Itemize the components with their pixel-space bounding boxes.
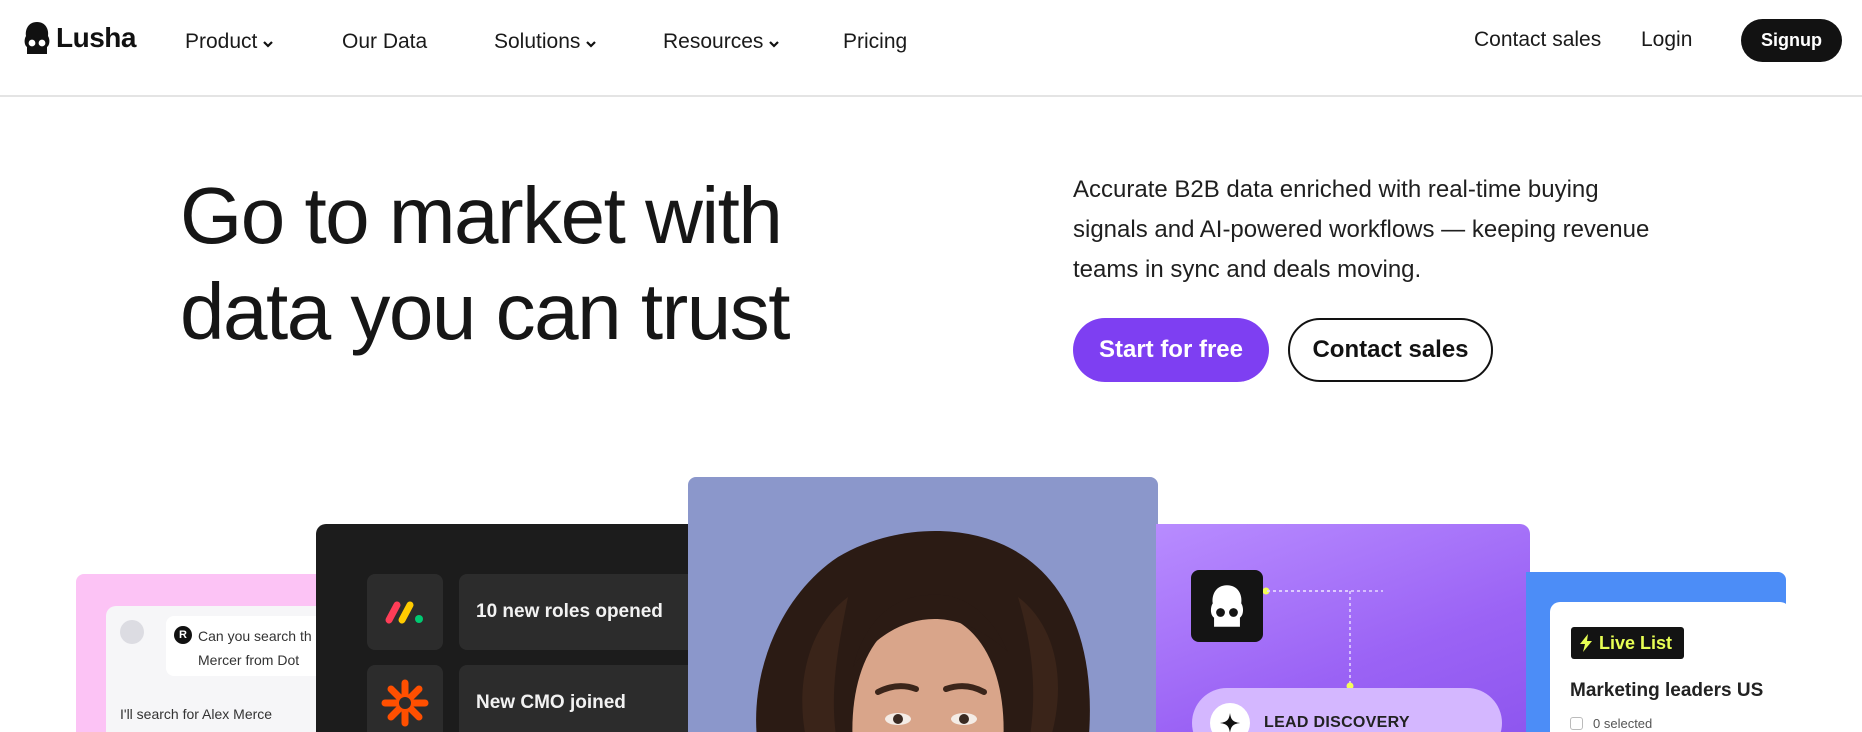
live-list-panel: Live List Marketing leaders US 0 selecte… xyxy=(1550,602,1786,732)
connector-line xyxy=(1263,587,1383,690)
nav-contact-sales-label: Contact sales xyxy=(1474,28,1602,51)
select-all-checkbox[interactable] xyxy=(1570,717,1583,730)
selection-count: 0 selected xyxy=(1570,716,1652,731)
live-list-card: Live List Marketing leaders US 0 selecte… xyxy=(1526,572,1786,732)
chat-question-bubble: R Can you search th Mercer from Dot xyxy=(166,616,336,676)
person-photo-card xyxy=(688,477,1158,732)
lead-discovery-card: LEAD DISCOVERY xyxy=(1156,524,1530,732)
nav-solutions[interactable]: Solutions xyxy=(494,30,598,54)
contact-sales-button[interactable]: Contact sales xyxy=(1288,318,1493,382)
zapier-logo-icon xyxy=(367,665,443,732)
chat-question-text: Can you search th xyxy=(198,628,312,644)
chat-card: R Can you search th Mercer from Dot I'll… xyxy=(76,574,336,732)
signals-card: 10 new roles opened New CMO joined xyxy=(316,524,696,732)
lusha-logo[interactable]: Lusha xyxy=(22,20,136,56)
monday-logo-icon xyxy=(367,574,443,650)
nav-login[interactable]: Login xyxy=(1641,28,1692,52)
avatar xyxy=(120,620,144,644)
chevron-down-icon xyxy=(769,41,780,48)
signal-item: 10 new roles opened xyxy=(459,574,696,650)
user-initial-badge: R xyxy=(174,626,192,644)
nav-product-label: Product xyxy=(185,30,258,53)
live-list-badge: Live List xyxy=(1571,627,1685,659)
signal-item: New CMO joined xyxy=(459,665,696,732)
selection-count-label: 0 selected xyxy=(1593,716,1653,731)
lusha-app-icon xyxy=(1191,570,1263,642)
nav-resources-label: Resources xyxy=(663,30,764,53)
live-list-title: Marketing leaders US xyxy=(1570,680,1764,701)
logo-text: Lusha xyxy=(56,22,136,53)
nav-contact-sales[interactable]: Contact sales xyxy=(1474,28,1601,52)
hero-headline-line1: Go to market with xyxy=(180,171,783,260)
nav-solutions-label: Solutions xyxy=(494,30,581,53)
person-photo xyxy=(756,530,1090,732)
live-list-badge-label: Live List xyxy=(1599,632,1673,653)
chevron-down-icon xyxy=(263,41,274,48)
lead-discovery-pill: LEAD DISCOVERY xyxy=(1192,688,1502,732)
chat-reply-text: I'll search for Alex Merce xyxy=(120,706,273,722)
nav-product[interactable]: Product xyxy=(185,30,275,54)
nav-our-data[interactable]: Our Data xyxy=(342,30,427,54)
signup-button[interactable]: Signup xyxy=(1741,19,1842,62)
nav-pricing-label: Pricing xyxy=(843,30,908,53)
chat-question-text-line2: Mercer from Dot xyxy=(198,652,300,668)
hero-description: Accurate B2B data enriched with real-tim… xyxy=(1073,176,1650,283)
start-for-free-button[interactable]: Start for free xyxy=(1073,318,1269,382)
nav-pricing[interactable]: Pricing xyxy=(843,30,907,54)
sparkle-icon xyxy=(1210,703,1250,732)
hero-headline: Go to market with data you can trust xyxy=(180,168,880,360)
lightning-icon xyxy=(1580,634,1592,652)
lusha-logo-icon xyxy=(24,22,50,54)
chat-panel: R Can you search th Mercer from Dot I'll… xyxy=(106,606,336,732)
chevron-down-icon xyxy=(586,41,597,48)
nav-our-data-label: Our Data xyxy=(342,30,428,53)
nav-resources[interactable]: Resources xyxy=(663,30,781,54)
lead-discovery-label: LEAD DISCOVERY xyxy=(1264,714,1410,731)
top-nav: Lusha Product Our Data Solutions Resourc… xyxy=(0,0,1862,97)
nav-login-label: Login xyxy=(1641,28,1693,51)
hero-headline-line2: data you can trust xyxy=(180,267,790,356)
